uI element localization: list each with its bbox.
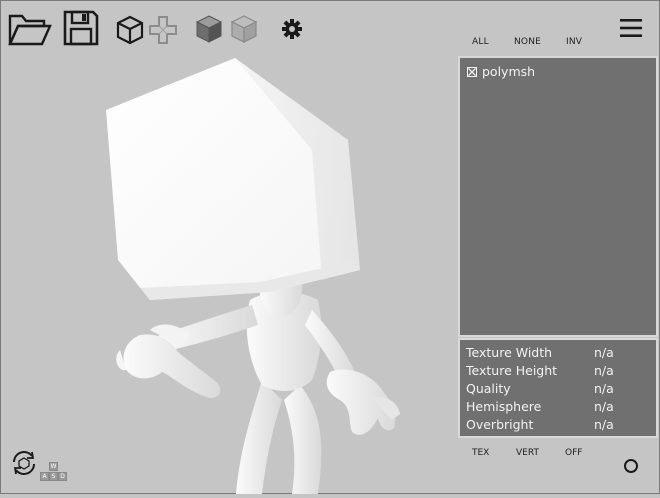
3d-viewport[interactable] [0, 0, 458, 494]
mode-vert-button[interactable]: VERT [516, 448, 539, 458]
character-model [106, 58, 400, 494]
info-label: Overbright [466, 417, 534, 432]
info-row-texture-height: Texture Height n/a [466, 363, 646, 381]
select-invert-button[interactable]: INV [566, 37, 582, 47]
info-row-hemisphere: Hemisphere n/a [466, 399, 646, 417]
texture-info-panel: Texture Width n/a Texture Height n/a Qua… [458, 338, 658, 438]
save-icon[interactable] [63, 10, 99, 50]
info-label: Texture Width [466, 345, 553, 360]
select-none-button[interactable]: NONE [514, 37, 541, 47]
info-row-overbright: Overbright n/a [466, 417, 646, 435]
move-cross-icon[interactable] [148, 15, 178, 49]
info-row-texture-width: Texture Width n/a [466, 345, 646, 363]
key-w: W [49, 462, 58, 471]
info-label: Quality [466, 381, 511, 396]
mesh-list-item[interactable]: polymsh [467, 64, 535, 79]
info-label: Texture Height [466, 363, 558, 378]
solid-cube-icon[interactable] [195, 14, 223, 48]
mesh-checkbox[interactable] [467, 66, 477, 77]
key-a: A [40, 472, 49, 481]
info-value: n/a [594, 363, 614, 378]
wireframe-cube-icon[interactable] [116, 15, 144, 49]
info-value: n/a [594, 345, 614, 360]
info-value: n/a [594, 399, 614, 414]
record-circle-icon[interactable] [623, 458, 639, 478]
mesh-item-label: polymsh [482, 64, 536, 79]
info-row-quality: Quality n/a [466, 381, 646, 399]
mode-off-button[interactable]: OFF [565, 448, 582, 458]
info-value: n/a [594, 417, 614, 432]
open-folder-icon[interactable] [8, 12, 52, 50]
select-all-button[interactable]: ALL [472, 37, 489, 47]
key-d: D [58, 472, 67, 481]
gear-icon[interactable] [281, 18, 303, 44]
transparent-cube-icon[interactable] [230, 14, 258, 48]
orbit-rotate-icon[interactable] [10, 450, 38, 480]
hamburger-menu-icon[interactable] [620, 18, 642, 42]
info-label: Hemisphere [466, 399, 542, 414]
info-value: n/a [594, 381, 614, 396]
mode-tex-button[interactable]: TEX [472, 448, 489, 458]
key-s: S [49, 472, 58, 481]
mesh-list-panel: polymsh [458, 56, 658, 337]
